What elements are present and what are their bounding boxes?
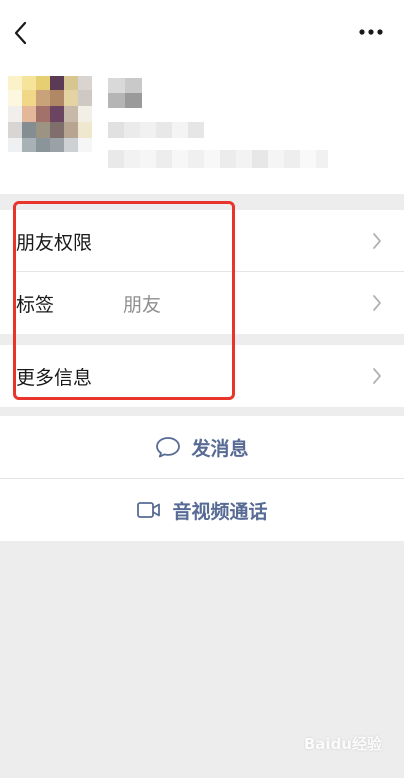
chevron-right-icon	[373, 368, 381, 384]
highlight-box	[13, 201, 235, 400]
chevron-right-icon	[373, 233, 381, 249]
av-call-button[interactable]: 音视频通话	[0, 479, 404, 541]
watermark-logo: Baidu经验	[303, 735, 382, 753]
section-gap	[0, 407, 404, 416]
send-message-button[interactable]: 发消息	[0, 416, 404, 478]
contact-name-blurred	[108, 78, 142, 108]
contact-details-blurred	[108, 122, 328, 168]
chevron-right-icon	[373, 295, 381, 311]
back-arrow-icon[interactable]	[8, 18, 34, 48]
navigation-bar	[0, 0, 404, 64]
send-message-label: 发消息	[191, 437, 249, 460]
avatar[interactable]	[8, 74, 96, 156]
chat-bubble-icon	[156, 437, 181, 458]
more-options-icon[interactable]	[358, 26, 384, 38]
video-camera-icon	[137, 502, 161, 518]
av-call-label: 音视频通话	[172, 500, 268, 523]
